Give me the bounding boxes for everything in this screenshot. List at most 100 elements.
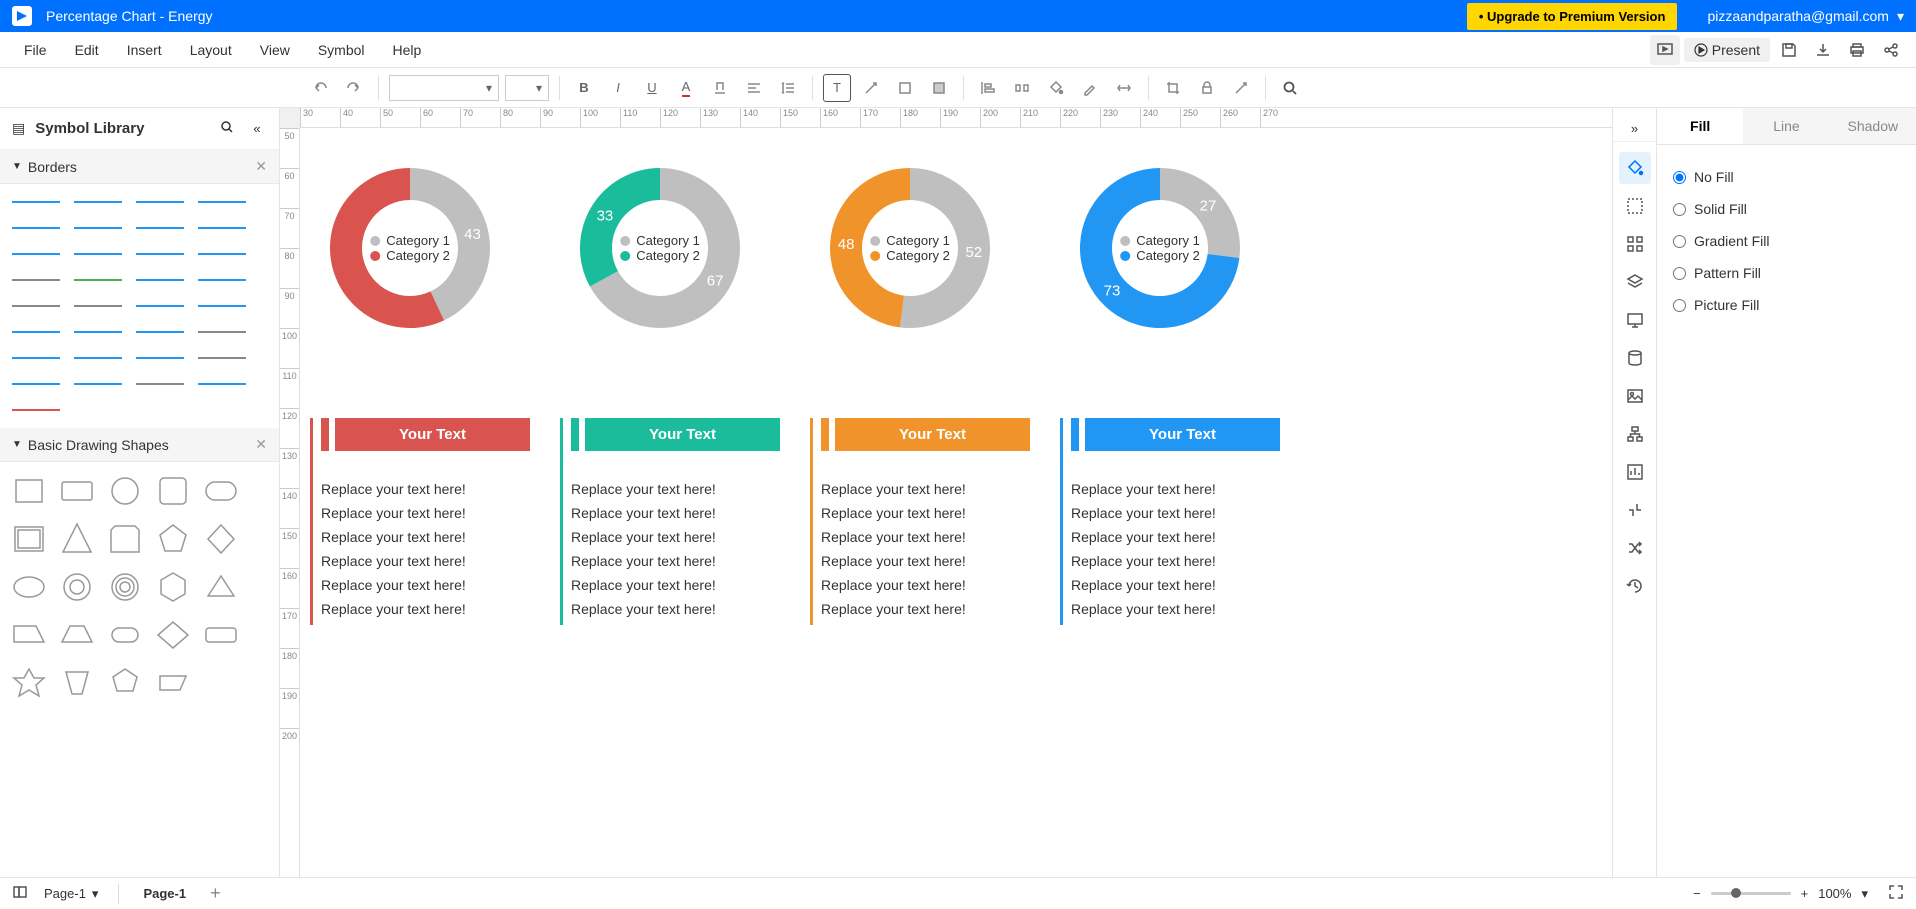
slideshow-icon[interactable]	[1650, 35, 1680, 65]
presentation-icon[interactable]	[1619, 304, 1651, 336]
fullscreen-icon[interactable]	[1888, 884, 1904, 903]
bold-button[interactable]: B	[570, 74, 598, 102]
basic-shape[interactable]	[8, 518, 50, 560]
close-icon[interactable]: ✕	[255, 158, 267, 175]
basic-shape[interactable]	[56, 566, 98, 608]
page-tab[interactable]: Page-1	[131, 882, 198, 905]
shape-outline-button[interactable]	[891, 74, 919, 102]
zoom-level[interactable]: 100%	[1818, 886, 1851, 901]
share-icon[interactable]	[1876, 35, 1906, 65]
account-menu[interactable]: pizzaandparatha@gmail.com ▾	[1707, 8, 1904, 25]
text-column[interactable]: Your TextReplace your text here!Replace …	[560, 418, 780, 625]
tab-line[interactable]: Line	[1743, 108, 1829, 144]
basic-shape[interactable]	[8, 566, 50, 608]
basic-shape[interactable]	[8, 470, 50, 512]
border-shape[interactable]	[132, 296, 188, 316]
eyedropper-button[interactable]	[1076, 74, 1104, 102]
basic-shape[interactable]	[152, 470, 194, 512]
border-shape[interactable]	[8, 374, 64, 394]
save-icon[interactable]	[1774, 35, 1804, 65]
text-tool-button[interactable]: T	[823, 74, 851, 102]
border-shape[interactable]	[132, 348, 188, 368]
border-shape[interactable]	[8, 348, 64, 368]
upgrade-button[interactable]: • Upgrade to Premium Version	[1467, 3, 1678, 30]
border-shape[interactable]	[8, 296, 64, 316]
text-column[interactable]: Your TextReplace your text here!Replace …	[1060, 418, 1280, 625]
distribute-button[interactable]	[1008, 74, 1036, 102]
zoom-slider[interactable]	[1711, 892, 1791, 895]
hierarchy-icon[interactable]	[1619, 418, 1651, 450]
menu-help[interactable]: Help	[379, 36, 436, 64]
print-icon[interactable]	[1842, 35, 1872, 65]
basic-shape[interactable]	[104, 518, 146, 560]
zoom-in-button[interactable]: +	[1801, 886, 1809, 901]
basic-shape[interactable]	[56, 662, 98, 704]
basic-shape[interactable]	[56, 614, 98, 656]
border-shape[interactable]	[132, 218, 188, 238]
chart-icon[interactable]	[1619, 456, 1651, 488]
basic-shape[interactable]	[200, 470, 242, 512]
basic-shape[interactable]	[56, 518, 98, 560]
fill-gradient-radio[interactable]: Gradient Fill	[1673, 225, 1900, 257]
border-shape[interactable]	[194, 270, 250, 290]
border-shape[interactable]	[8, 322, 64, 342]
donut-chart[interactable]: 2773Category 1Category 2	[1060, 148, 1280, 348]
border-shape[interactable]	[194, 374, 250, 394]
menu-view[interactable]: View	[246, 36, 304, 64]
history-icon[interactable]	[1619, 570, 1651, 602]
connector-button[interactable]	[857, 74, 885, 102]
border-shape[interactable]	[70, 218, 126, 238]
fill-pattern-radio[interactable]: Pattern Fill	[1673, 257, 1900, 289]
close-icon[interactable]: ✕	[255, 436, 267, 453]
connector-icon[interactable]	[1619, 494, 1651, 526]
border-shape[interactable]	[8, 218, 64, 238]
border-shape[interactable]	[132, 192, 188, 212]
borders-section-header[interactable]: ▼ Borders ✕	[0, 150, 279, 184]
image-icon[interactable]	[1619, 380, 1651, 412]
border-shape[interactable]	[70, 322, 126, 342]
align-objects-button[interactable]	[974, 74, 1002, 102]
border-shape[interactable]	[8, 270, 64, 290]
layers-icon[interactable]	[1619, 266, 1651, 298]
font-size-select[interactable]: ▾	[505, 75, 549, 101]
border-shape[interactable]	[70, 192, 126, 212]
data-icon[interactable]	[1619, 342, 1651, 374]
basic-shape[interactable]	[104, 566, 146, 608]
border-shape[interactable]	[194, 322, 250, 342]
basic-shape[interactable]	[8, 614, 50, 656]
align-button[interactable]	[740, 74, 768, 102]
border-shape[interactable]	[8, 192, 64, 212]
border-shape[interactable]	[194, 348, 250, 368]
shuffle-icon[interactable]	[1619, 532, 1651, 564]
line-spacing-button[interactable]	[774, 74, 802, 102]
menu-symbol[interactable]: Symbol	[304, 36, 379, 64]
basic-shape[interactable]	[8, 662, 50, 704]
basic-shape[interactable]	[152, 518, 194, 560]
italic-button[interactable]: I	[604, 74, 632, 102]
menu-file[interactable]: File	[10, 36, 61, 64]
text-column[interactable]: Your TextReplace your text here!Replace …	[310, 418, 530, 625]
donut-chart[interactable]: 5248Category 1Category 2	[810, 148, 1030, 348]
undo-button[interactable]	[306, 74, 334, 102]
shapes-section-header[interactable]: ▼ Basic Drawing Shapes ✕	[0, 428, 279, 462]
border-shape[interactable]	[194, 192, 250, 212]
border-shape[interactable]	[194, 296, 250, 316]
donut-chart[interactable]: 43Category 1Category 2	[310, 148, 530, 348]
tools-button[interactable]	[1227, 74, 1255, 102]
download-icon[interactable]	[1808, 35, 1838, 65]
basic-shape[interactable]	[152, 662, 194, 704]
canvas[interactable]: 43Category 1Category 26733Category 1Cate…	[300, 128, 1612, 877]
border-shape[interactable]	[70, 244, 126, 264]
grid-icon[interactable]	[1619, 228, 1651, 260]
basic-shape[interactable]	[152, 566, 194, 608]
tab-shadow[interactable]: Shadow	[1830, 108, 1916, 144]
fill-none-radio[interactable]: No Fill	[1673, 161, 1900, 193]
menu-layout[interactable]: Layout	[176, 36, 246, 64]
pages-panel-icon[interactable]	[12, 884, 28, 903]
border-shape[interactable]	[8, 244, 64, 264]
border-shape[interactable]	[70, 296, 126, 316]
crop-button[interactable]	[1159, 74, 1187, 102]
present-button[interactable]: Present	[1684, 38, 1770, 62]
search-button[interactable]	[1276, 74, 1304, 102]
basic-shape[interactable]	[104, 470, 146, 512]
